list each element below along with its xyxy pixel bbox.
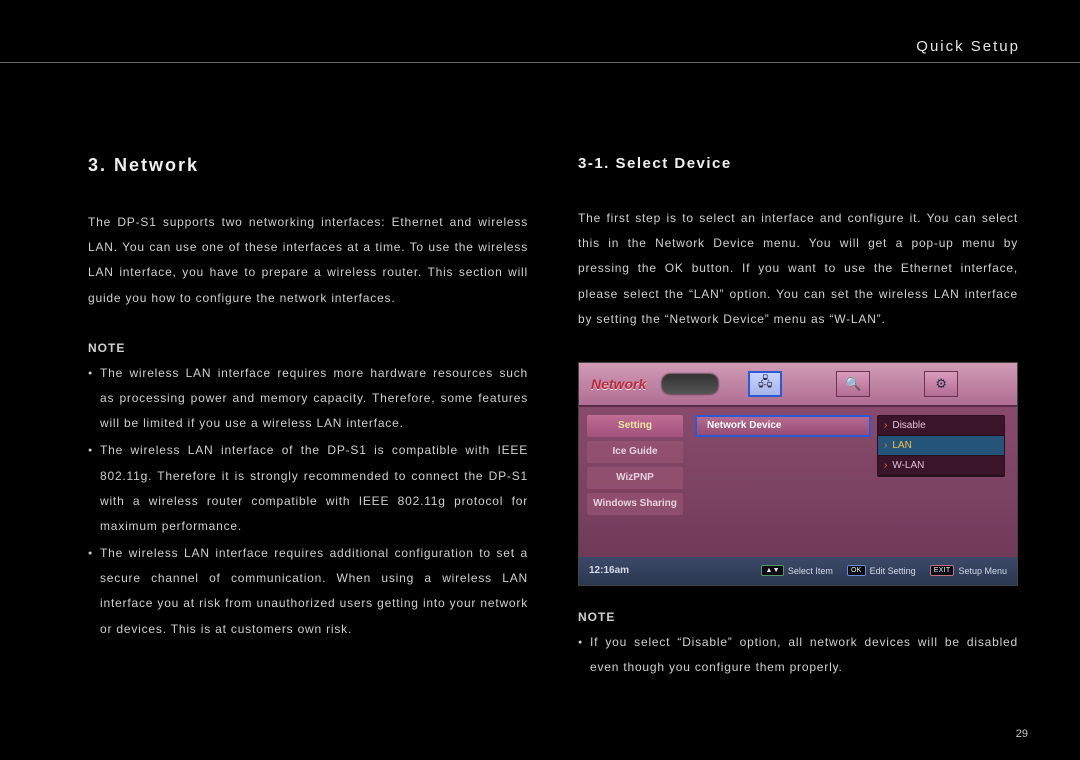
hint-label: Edit Setting	[870, 566, 916, 576]
ss-sidebar: Setting Ice Guide WizPNP Windows Sharing	[587, 413, 683, 557]
tab-network-icon[interactable]: 🖧	[748, 371, 782, 397]
sidebar-item-setting[interactable]: Setting	[587, 415, 683, 437]
tab-settings-icon[interactable]: ⚙	[924, 371, 958, 397]
hint-label: Setup Menu	[958, 566, 1007, 576]
left-column: 3. Network The DP-S1 supports two networ…	[88, 155, 528, 682]
chevron-right-icon: ›	[884, 440, 887, 451]
clock: 12:16am	[589, 565, 639, 576]
hint-edit-setting: OK Edit Setting	[847, 565, 916, 576]
popup-option-disable[interactable]: › Disable	[878, 416, 1004, 436]
hint-label: Select Item	[788, 566, 833, 576]
section-heading-select-device: 3-1. Select Device	[578, 155, 1018, 172]
ss-top-bar: Network 🖧 🔍 ⚙	[579, 363, 1017, 407]
chevron-right-icon: ›	[884, 420, 887, 431]
note-item: If you select “Disable” option, all netw…	[578, 630, 1018, 680]
hint-setup-menu: EXITSetup Menu	[930, 565, 1007, 576]
note-item: The wireless LAN interface of the DP-S1 …	[88, 438, 528, 539]
sidebar-item-windows-sharing[interactable]: Windows Sharing	[587, 493, 683, 515]
badge-exit: EXIT	[930, 565, 955, 576]
device-icon	[662, 374, 718, 394]
sidebar-item-wizpnp[interactable]: WizPNP	[587, 467, 683, 489]
note-list-right: If you select “Disable” option, all netw…	[578, 630, 1018, 680]
section-heading-network: 3. Network	[88, 155, 528, 176]
page-header-title: Quick Setup	[916, 38, 1020, 55]
popup-network-device: › Disable › LAN › W-LAN	[877, 415, 1005, 477]
popup-option-wlan[interactable]: › W-LAN	[878, 456, 1004, 476]
ss-tab-icons: 🖧 🔍 ⚙	[748, 371, 958, 397]
header-rule	[0, 62, 1080, 63]
popup-option-lan[interactable]: › LAN	[878, 436, 1004, 456]
note-list-left: The wireless LAN interface requires more…	[88, 361, 528, 642]
ss-body: Setting Ice Guide WizPNP Windows Sharing…	[579, 407, 1017, 557]
ss-main: Network Device › Disable › LAN › W-LAN	[683, 413, 1009, 557]
note-label-right: NOTE	[578, 610, 1018, 624]
ss-footer-bar: 12:16am ▲▼ Select Item OK Edit Setting EXI…	[579, 557, 1017, 585]
field-network-device[interactable]: Network Device	[695, 415, 871, 437]
popup-option-label: W-LAN	[892, 460, 924, 471]
hint-select-item: ▲▼ Select Item	[761, 565, 833, 576]
tab-search-icon[interactable]: 🔍	[836, 371, 870, 397]
note-label-left: NOTE	[88, 341, 528, 355]
intro-text-right: The first step is to select an interface…	[578, 206, 1018, 332]
note-item: The wireless LAN interface requires more…	[88, 361, 528, 437]
note-item: The wireless LAN interface requires addi…	[88, 541, 528, 642]
badge-ok: OK	[847, 565, 866, 576]
sidebar-item-ice-guide[interactable]: Ice Guide	[587, 441, 683, 463]
badge-arrows: ▲▼	[761, 565, 783, 576]
popup-option-label: Disable	[892, 420, 925, 431]
ss-title: Network	[591, 376, 646, 392]
intro-text-left: The DP-S1 supports two networking interf…	[88, 210, 528, 311]
page-number: 29	[1016, 728, 1028, 740]
chevron-right-icon: ›	[884, 460, 887, 471]
embedded-ui-screenshot: Network 🖧 🔍 ⚙ Setting Ice Guide WizPNP W…	[578, 362, 1018, 586]
popup-option-label: LAN	[892, 440, 911, 451]
content-columns: 3. Network The DP-S1 supports two networ…	[88, 155, 1025, 682]
right-column: 3-1. Select Device The first step is to …	[578, 155, 1018, 682]
